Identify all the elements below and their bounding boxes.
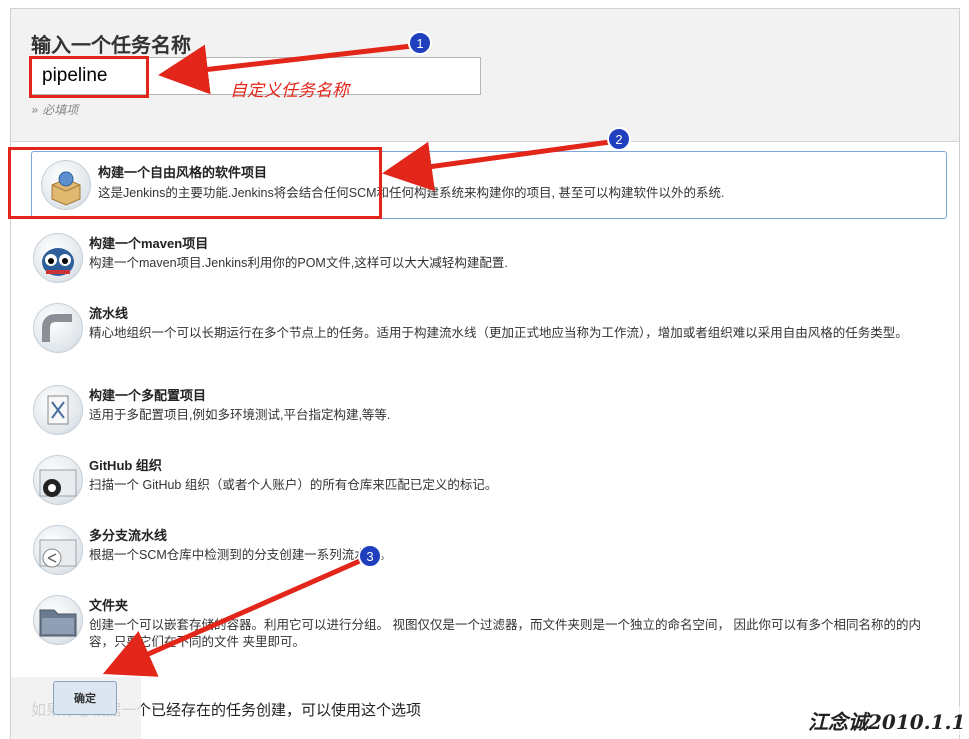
item-type-maven[interactable]: 构建一个maven项目 构建一个maven项目.Jenkins利用你的POM文件… [33,233,949,301]
item-type-multibranch-pipeline[interactable]: 多分支流水线 根据一个SCM仓库中检测到的分支创建一系列流水线。 [33,525,949,593]
item-type-description: 扫描一个 GitHub 组织（或者个人账户）的所有仓库来匹配已定义的标记。 [89,478,498,492]
maven-owl-icon [33,233,83,283]
item-type-name: 流水线 [89,306,129,321]
item-type-description: 精心地组织一个可以长期运行在多个节点上的任务。适用于构建流水线（更加正式地应当称… [89,326,908,340]
name-highlight-box [29,56,149,98]
config-tools-icon [33,385,83,435]
github-folder-icon [33,455,83,505]
ok-button[interactable]: 确定 [53,681,117,715]
freestyle-highlight-box [8,147,382,219]
item-type-name: 多分支流水线 [89,528,168,543]
required-hint: » 必填项 [31,103,79,117]
item-type-github-org[interactable]: GitHub 组织 扫描一个 GitHub 组织（或者个人账户）的所有仓库来匹配… [33,455,949,523]
item-type-name: 构建一个maven项目 [89,236,209,251]
new-item-page: 输入一个任务名称 » 必填项 构建一个自由风格的软件项目 这是Jenkins的主… [10,8,960,739]
item-type-multi-config[interactable]: 构建一个多配置项目 适用于多配置项目,例如多环境测试,平台指定构建,等等. [33,385,949,453]
item-type-pipeline[interactable]: 流水线 精心地组织一个可以长期运行在多个节点上的任务。适用于构建流水线（更加正式… [33,303,949,371]
page-title: 输入一个任务名称 [31,33,191,57]
watermark: 江念诚2010.1.1 [808,706,966,735]
folder-icon [33,595,83,645]
item-name-section: 输入一个任务名称 » 必填项 [11,9,959,142]
branch-folder-icon [33,525,83,575]
annotation-custom-name: 自定义任务名称 [230,81,349,101]
item-type-folder[interactable]: 文件夹 创建一个可以嵌套存储的容器。利用它可以进行分组。 视图仅仅是一个过滤器，… [33,595,949,663]
item-type-description: 创建一个可以嵌套存储的容器。利用它可以进行分组。 视图仅仅是一个过滤器，而文件夹… [89,618,921,649]
pipe-icon [33,303,83,353]
item-type-description: 适用于多配置项目,例如多环境测试,平台指定构建,等等. [89,408,391,422]
item-type-name: GitHub 组织 [89,458,162,473]
item-type-description: 构建一个maven项目.Jenkins利用你的POM文件,这样可以大大减轻构建配… [89,256,508,270]
item-type-name: 构建一个多配置项目 [89,388,207,403]
item-type-name: 文件夹 [89,598,129,613]
item-type-description: 根据一个SCM仓库中检测到的分支创建一系列流水线。 [89,548,392,562]
